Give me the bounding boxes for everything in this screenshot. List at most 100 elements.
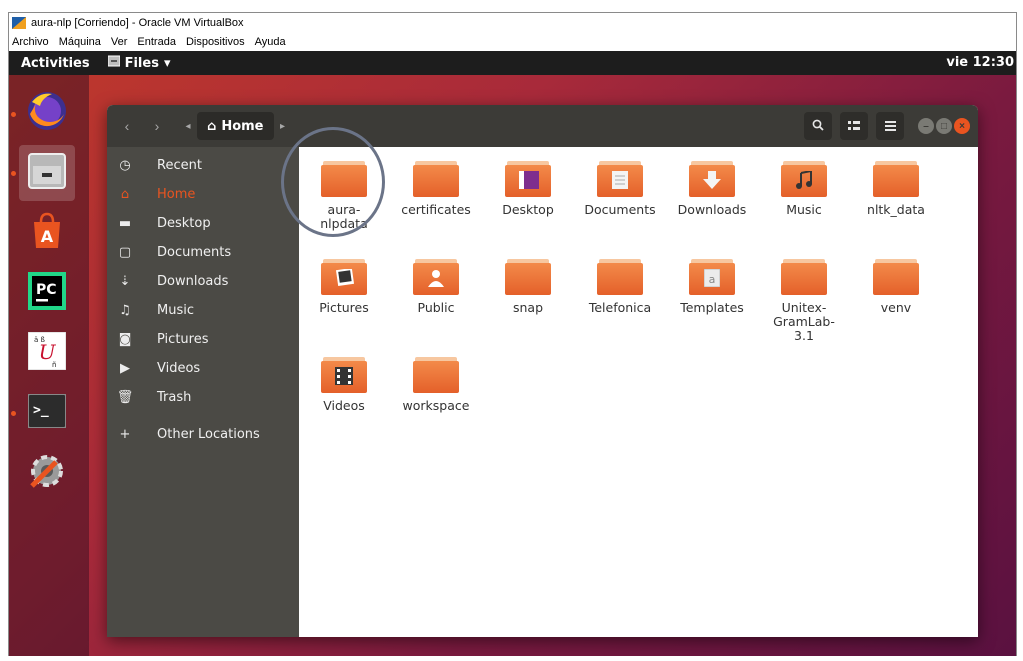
file-name: Music <box>786 202 822 217</box>
sidebar-item-desktop[interactable]: ▬ Desktop <box>107 209 299 238</box>
file-item[interactable]: workspace <box>393 357 479 413</box>
sidebar-item-label: Music <box>157 303 194 318</box>
file-item[interactable]: Public <box>393 259 479 315</box>
back-button[interactable]: ‹ <box>113 112 141 140</box>
folder-icon: ▬ <box>118 216 132 231</box>
folder-icon <box>321 259 367 295</box>
file-name: Templates <box>680 300 744 315</box>
sidebar-item-label: Videos <box>157 361 201 376</box>
activities-button[interactable]: Activities <box>21 56 90 71</box>
sidebar-item-music[interactable]: ♫ Music <box>107 296 299 325</box>
svg-text:A: A <box>41 227 54 246</box>
sidebar-item-videos[interactable]: ▶ Videos <box>107 354 299 383</box>
file-item[interactable]: Pictures <box>301 259 387 315</box>
virtualbox-logo-icon <box>12 17 26 29</box>
file-item[interactable]: certificates <box>393 161 479 217</box>
file-name: venv <box>880 300 912 315</box>
window-title: aura-nlp [Corriendo] - Oracle VM Virtual… <box>31 17 244 29</box>
folder-icon <box>321 161 367 197</box>
file-name: Downloads <box>677 202 747 217</box>
chevron-right-icon: › <box>154 118 160 134</box>
running-indicator <box>11 112 16 117</box>
file-item[interactable]: Videos <box>301 357 387 413</box>
search-button[interactable] <box>804 112 832 140</box>
file-item[interactable]: Documents <box>577 161 663 217</box>
camera-icon: ◙ <box>118 332 132 347</box>
window-controls: – □ × <box>918 118 970 134</box>
sidebar-item-documents[interactable]: ▢ Documents <box>107 238 299 267</box>
menu-ayuda[interactable]: Ayuda <box>255 36 286 48</box>
folder-icon: a <box>689 259 735 295</box>
forward-button[interactable]: › <box>143 112 171 140</box>
menu-dispositivos[interactable]: Dispositivos <box>186 36 245 48</box>
file-name: Desktop <box>502 202 554 217</box>
folder-icon <box>873 259 919 295</box>
dock-firefox[interactable] <box>19 85 75 141</box>
places-sidebar: ◷ Recent ⌂ Home ▬ Desktop ▢ Documents ⇣ <box>107 147 299 637</box>
path-right-arrow-icon[interactable]: ▸ <box>274 121 292 132</box>
plus-icon: + <box>119 427 131 442</box>
file-name: snap <box>512 300 544 315</box>
clock[interactable]: vie 12:30 <box>946 55 1014 70</box>
dock-unitex[interactable]: Uä ßñ <box>19 325 75 381</box>
folder-icon <box>413 161 459 197</box>
terminal-icon: >_ <box>27 392 67 433</box>
files-icon <box>27 152 67 195</box>
dock-ubuntu-software[interactable]: A <box>19 205 75 261</box>
menu-archivo[interactable]: Archivo <box>12 36 49 48</box>
folder-icon <box>321 357 367 393</box>
file-item[interactable]: aura-nlpdata <box>301 161 387 231</box>
sidebar-item-label: Other Locations <box>157 427 260 442</box>
menu-button[interactable] <box>876 112 904 140</box>
folder-icon <box>781 259 827 295</box>
sidebar-item-label: Desktop <box>157 216 211 231</box>
sidebar-item-downloads[interactable]: ⇣ Downloads <box>107 267 299 296</box>
dock-pycharm[interactable]: PC <box>19 265 75 321</box>
file-item[interactable]: snap <box>485 259 571 315</box>
maximize-button[interactable]: □ <box>936 118 952 134</box>
menu-maquina[interactable]: Máquina <box>59 36 101 48</box>
software-center-icon: A <box>28 212 66 255</box>
file-name: Pictures <box>319 300 369 315</box>
path-button-home[interactable]: ⌂ Home <box>197 112 274 140</box>
running-indicator <box>11 411 16 416</box>
menu-entrada[interactable]: Entrada <box>137 36 176 48</box>
file-name: Telefonica <box>588 300 652 315</box>
file-item[interactable]: nltk_data <box>853 161 939 217</box>
minimize-button[interactable]: – <box>918 118 934 134</box>
file-item[interactable]: venv <box>853 259 939 315</box>
dock-settings[interactable] <box>19 445 75 501</box>
sidebar-item-pictures[interactable]: ◙ Pictures <box>107 325 299 354</box>
file-item[interactable]: Music <box>761 161 847 217</box>
path-left-arrow-icon[interactable]: ◂ <box>179 121 197 132</box>
sidebar-item-other-locations[interactable]: + Other Locations <box>107 420 299 449</box>
close-button[interactable]: × <box>954 118 970 134</box>
dock: A PC Uä ßñ >_ <box>9 75 89 656</box>
file-item[interactable]: Desktop <box>485 161 571 217</box>
sidebar-item-home[interactable]: ⌂ Home <box>107 180 299 209</box>
dock-files[interactable] <box>19 145 75 201</box>
file-item[interactable]: Downloads <box>669 161 755 217</box>
svg-text:>_: >_ <box>33 403 49 418</box>
file-name: aura- <box>327 202 361 217</box>
files-window: ‹ › ◂ ⌂ Home ▸ – □ × ◷ Recent ⌂ Home ▬ D… <box>107 105 978 637</box>
folder-icon <box>597 259 643 295</box>
sidebar-item-trash[interactable]: 🗑︎ Trash <box>107 383 299 412</box>
minimize-icon: – <box>923 120 929 132</box>
sidebar-item-recent[interactable]: ◷ Recent <box>107 151 299 180</box>
menu-ver[interactable]: Ver <box>111 36 128 48</box>
path-bar: ◂ ⌂ Home ▸ <box>179 112 292 140</box>
sidebar-item-label: Recent <box>157 158 202 173</box>
dock-terminal[interactable]: >_ <box>19 385 75 441</box>
file-item[interactable]: Telefonica <box>577 259 663 315</box>
file-item[interactable]: Unitex- GramLab- 3.1 <box>761 259 847 343</box>
view-toggle-button[interactable] <box>840 112 868 140</box>
virtualbox-titlebar: aura-nlp [Corriendo] - Oracle VM Virtual… <box>9 13 1016 33</box>
app-menu-files[interactable]: Files ▾ <box>107 55 170 71</box>
firefox-icon <box>26 90 68 137</box>
home-icon: ⌂ <box>207 118 217 134</box>
sidebar-item-label: Documents <box>157 245 232 260</box>
file-name: Videos <box>323 398 365 413</box>
folder-icon <box>505 259 551 295</box>
file-item[interactable]: a Templates <box>669 259 755 315</box>
